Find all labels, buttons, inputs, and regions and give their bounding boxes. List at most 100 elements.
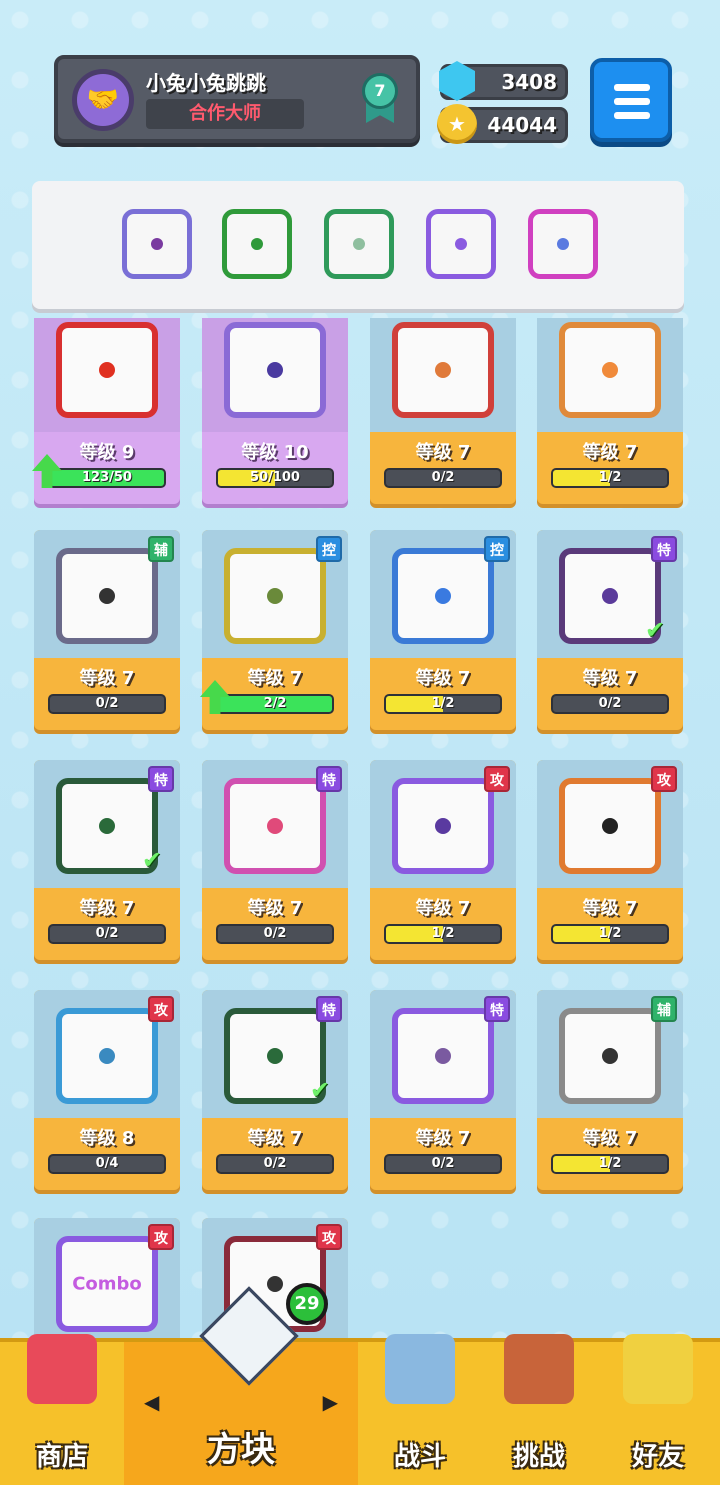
block-level: 等级 10 [241,442,309,463]
gem-icon [439,61,475,101]
upgrade-progress-bar: 0/2 [216,924,334,944]
block-dot-icon [267,1048,283,1064]
upgrade-progress-bar: 2/2 [216,694,334,714]
block-type-tag: 特 [651,536,677,562]
equipped-slot[interactable] [222,209,292,279]
progress-text: 0/2 [95,926,119,941]
block-dot-icon [557,238,569,250]
bottom-nav: 商店 ◀ ▶ 方块 战斗 挑战 好友 [0,1334,720,1485]
block-card[interactable]: 特等级 7 0/2 [370,990,516,1190]
block-frame [559,322,661,418]
block-type-tag: 控 [316,536,342,562]
block-level: 等级 7 [415,668,471,689]
menu-button[interactable] [590,58,672,142]
block-dot-icon [99,1048,115,1064]
block-card[interactable]: 攻等级 8 0/4 [34,990,180,1190]
gem-value: 3408 [501,70,557,94]
block-art [202,318,348,432]
player-name: 小兔小兔跳跳 [146,71,266,95]
block-level: 等级 7 [582,1128,638,1149]
block-dot-icon [602,1048,618,1064]
nav-challenge[interactable]: 挑战 [482,1334,596,1485]
menu-line [614,98,650,105]
equipped-slot[interactable] [324,209,394,279]
equipped-check-icon: ✔ [644,616,665,644]
challenge-icon [504,1334,574,1404]
handshake-icon: 🤝 [72,69,134,131]
block-card[interactable]: 等级 10 50/100 [202,318,348,504]
coin-counter[interactable]: ★ 44044 [437,104,568,144]
chevron-left-icon[interactable]: ◀ [144,1390,159,1414]
block-card[interactable]: 辅等级 7 0/2 [34,530,180,730]
block-card[interactable]: 特 ✔ 等级 7 0/2 [537,530,683,730]
block-frame [392,322,494,418]
block-frame [392,778,494,874]
block-card[interactable]: 控等级 7 1/2 [370,530,516,730]
upgrade-progress-bar: 1/2 [551,924,669,944]
gem-counter[interactable]: 3408 [439,61,568,101]
profile-card[interactable]: 🤝 小兔小兔跳跳 合作大师 7 [54,55,420,143]
upgrade-progress-bar: 1/2 [551,468,669,488]
block-frame [56,1008,158,1104]
upgrade-progress-bar: 50/100 [216,468,334,488]
block-collection-grid[interactable]: 等级 9 123/50 等级 10 50/100 等级 7 0/2 等级 7 1/2 辅等级 7… [0,318,720,1338]
upgrade-progress-bar: 0/2 [216,1154,334,1174]
nav-friends[interactable]: 好友 [596,1334,720,1485]
block-level: 等级 7 [582,898,638,919]
nav-battle[interactable]: 战斗 [358,1334,482,1485]
block-level: 等级 7 [582,442,638,463]
block-type-tag: 辅 [148,536,174,562]
upgrade-progress-bar: 1/2 [551,1154,669,1174]
block-card[interactable]: 特等级 7 0/2 [202,760,348,960]
block-type-tag: 辅 [651,996,677,1022]
block-dot-icon [151,238,163,250]
block-dot-icon [267,1276,283,1292]
progress-text: 0/2 [431,470,455,485]
block-card[interactable]: 特 ✔ 等级 7 0/2 [34,760,180,960]
block-dot-icon [267,818,283,834]
progress-text: 0/2 [431,1156,455,1171]
upgrade-progress-bar: 0/2 [48,694,166,714]
equipped-check-icon: ✔ [309,1076,330,1104]
upgrade-progress-bar: 0/2 [384,468,502,488]
progress-text: 1/2 [431,926,455,941]
block-card[interactable]: 辅等级 7 1/2 [537,990,683,1190]
player-title: 合作大师 [146,99,304,129]
battle-icon [385,1334,455,1404]
block-card[interactable]: Combo 攻 [34,1218,180,1338]
equipped-slot[interactable] [528,209,598,279]
block-frame [559,778,661,874]
progress-text: 1/2 [598,926,622,941]
block-card[interactable]: 等级 9 123/50 [32,318,180,504]
block-card[interactable]: 等级 7 0/2 [370,318,516,504]
block-frame [56,322,158,418]
block-card[interactable]: 特 ✔ 等级 7 0/2 [202,990,348,1190]
block-type-tag: 特 [316,996,342,1022]
equipped-slot[interactable] [122,209,192,279]
block-frame [392,1008,494,1104]
progress-text: 0/4 [95,1156,119,1171]
block-frame [224,778,326,874]
progress-text: 1/2 [431,696,455,711]
progress-text: 0/2 [263,1156,287,1171]
block-dot-icon [99,362,115,378]
block-card[interactable]: 攻等级 7 1/2 [370,760,516,960]
block-type-tag: 攻 [316,1224,342,1250]
nav-shop[interactable]: 商店 [0,1334,124,1485]
block-dot-icon [435,588,451,604]
rank-badge: 7 [362,73,398,125]
menu-line [614,112,650,119]
block-card[interactable]: 等级 7 1/2 [537,318,683,504]
block-card[interactable]: 攻等级 7 1/2 [537,760,683,960]
upgrade-progress-bar: 0/2 [384,1154,502,1174]
block-level: 等级 7 [582,668,638,689]
progress-text: 0/2 [263,926,287,941]
chevron-right-icon[interactable]: ▶ [323,1390,338,1414]
block-dot-icon [455,238,467,250]
coin-icon: ★ [437,104,477,144]
block-card[interactable]: 控等级 7 2/2 [200,530,348,730]
equipped-slot[interactable] [426,209,496,279]
block-frame: Combo [56,1236,158,1332]
upgrade-progress-bar: 0/2 [551,694,669,714]
block-frame [559,1008,661,1104]
